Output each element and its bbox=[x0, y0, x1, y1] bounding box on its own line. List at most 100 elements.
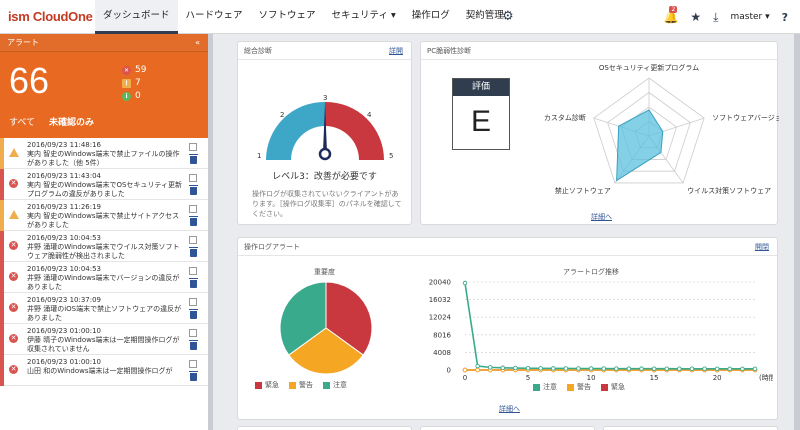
oplog-detail-link[interactable]: 詳細へ bbox=[499, 404, 520, 414]
bottom-panel-3 bbox=[603, 426, 778, 430]
trend-point[interactable] bbox=[651, 366, 657, 371]
trend-point[interactable] bbox=[727, 366, 733, 372]
alert-message: 井野 涌瓘のWindows端末でウイルス対策ソフトウェア脆弱性が検出されました bbox=[27, 243, 180, 260]
legend-kinkyu: 緊急 bbox=[601, 382, 625, 392]
alert-checkbox[interactable] bbox=[189, 360, 197, 368]
user-menu[interactable]: master ▾ bbox=[730, 12, 769, 22]
trend-point[interactable] bbox=[639, 366, 644, 371]
alert-datetime: 2016/09/23 01:00:10 bbox=[27, 327, 102, 335]
legend-chui: 注意 bbox=[533, 382, 557, 392]
trend-point[interactable] bbox=[551, 366, 556, 371]
alert-list-item[interactable]: ✕ 2016/09/23 01:00:10 伊藤 晴子のWindows端末は一定期間… bbox=[0, 324, 208, 355]
pc-detail-link[interactable]: 詳細へ bbox=[591, 212, 612, 222]
alert-message: 実内 智史のWindows端末で禁止サイトアクセスがありました bbox=[27, 212, 180, 229]
gauge-chart: 1 2 3 4 5 bbox=[257, 94, 393, 161]
alert-datetime: 2016/09/23 11:43:04 bbox=[27, 172, 102, 180]
severity-bar bbox=[0, 262, 4, 293]
legend-swatch bbox=[289, 381, 296, 389]
alert-checkbox[interactable] bbox=[189, 267, 197, 275]
x-tick-label: 5 bbox=[526, 374, 530, 382]
alert-datetime: 2016/09/23 10:04:53 bbox=[27, 265, 102, 273]
collapse-sidebar-button[interactable]: « bbox=[195, 34, 200, 52]
trend-point[interactable] bbox=[714, 366, 720, 372]
trash-icon[interactable] bbox=[189, 216, 198, 226]
trend-point[interactable] bbox=[462, 367, 468, 373]
y-tick-label: 8016 bbox=[433, 331, 451, 339]
trash-icon[interactable] bbox=[189, 154, 198, 164]
alert-summary: 66 ✕ 59 ! 7 i0 すべて 未確認のみ bbox=[0, 52, 208, 138]
trash-icon[interactable] bbox=[189, 247, 198, 257]
star-icon[interactable]: ★ bbox=[690, 10, 701, 24]
alert-checkbox[interactable] bbox=[189, 298, 197, 306]
alert-datetime: 2016/09/23 01:00:10 bbox=[27, 358, 102, 366]
alert-list-item[interactable]: ✕ 2016/09/23 01:00:10 山田 和のWindows端末は一定期間操… bbox=[0, 355, 208, 386]
trend-point[interactable] bbox=[677, 366, 682, 372]
alert-checkbox[interactable] bbox=[189, 174, 197, 182]
notification-button[interactable]: 🔔 2 bbox=[663, 6, 678, 24]
trend-point[interactable] bbox=[525, 365, 531, 371]
trend-point[interactable] bbox=[664, 366, 669, 371]
trash-icon[interactable] bbox=[189, 185, 198, 195]
trash-icon[interactable] bbox=[189, 278, 198, 288]
alert-checkbox[interactable] bbox=[189, 236, 197, 244]
trend-point[interactable] bbox=[475, 363, 480, 369]
trend-point[interactable] bbox=[576, 366, 581, 371]
help-icon[interactable]: ? bbox=[782, 11, 788, 24]
trend-point[interactable] bbox=[500, 365, 506, 371]
alert-list-item[interactable]: ✕ 2016/09/23 10:37:09 井野 涌瓘のiOS端末で禁止ソフトウェア… bbox=[0, 293, 208, 324]
trend-point[interactable] bbox=[513, 365, 518, 371]
alert-checkbox[interactable] bbox=[189, 205, 197, 213]
trend-point[interactable] bbox=[601, 366, 606, 371]
nav-operation-log[interactable]: 操作ログ bbox=[404, 0, 458, 34]
legend-chui: 注意 bbox=[323, 380, 347, 390]
trend-point[interactable] bbox=[588, 366, 594, 371]
trash-icon[interactable] bbox=[189, 340, 198, 350]
trash-icon[interactable] bbox=[189, 371, 198, 381]
radar-axis-label: 禁止ソフトウェア bbox=[555, 186, 611, 195]
trend-point[interactable] bbox=[752, 366, 758, 372]
app-logo[interactable]: ism CloudOne bbox=[8, 9, 93, 24]
alert-message: 井野 涌瓘のWindows端末でバージョンの違反がありました bbox=[27, 274, 180, 291]
overall-detail-link[interactable]: 詳開 bbox=[389, 42, 403, 60]
trend-point[interactable] bbox=[740, 366, 745, 372]
alert-list-item[interactable]: 2016/09/23 11:48:16 実内 智史のWindows端末で禁止ファイ… bbox=[0, 138, 208, 169]
gauge-tick-5: 5 bbox=[389, 152, 393, 160]
trend-point[interactable] bbox=[487, 365, 493, 370]
error-icon: ✕ bbox=[9, 334, 18, 343]
alert-list: 2016/09/23 11:48:16 実内 智史のWindows端末で禁止ファイ… bbox=[0, 138, 208, 386]
trend-point[interactable] bbox=[626, 366, 632, 371]
oplog-toggle-link[interactable]: 開閉 bbox=[755, 238, 769, 256]
trend-point[interactable] bbox=[538, 366, 543, 371]
trend-point[interactable] bbox=[689, 366, 695, 372]
alert-checkbox[interactable] bbox=[189, 329, 197, 337]
alert-message: 実内 智史のWindows端末で禁止ファイルの操作がありました（他 5件） bbox=[27, 150, 180, 167]
alert-list-item[interactable]: 2016/09/23 11:26:19 実内 智史のWindows端末で禁止サイト… bbox=[0, 200, 208, 231]
alert-list-item[interactable]: ✕ 2016/09/23 10:04:53 井野 涌瓘のWindows端末でウイルス… bbox=[0, 231, 208, 262]
trend-point[interactable] bbox=[614, 366, 619, 371]
alert-checkbox[interactable] bbox=[189, 143, 197, 151]
filter-unconfirmed[interactable]: 未確認のみ bbox=[49, 115, 94, 128]
nav-hardware[interactable]: ハードウェア bbox=[178, 0, 251, 34]
right-nav: 🔔 2 ★ ⤓ master ▾ ? bbox=[663, 0, 788, 34]
alert-list-item[interactable]: ✕ 2016/09/23 11:43:04 実内 智史のWindows端末でOSセキ… bbox=[0, 169, 208, 200]
trend-point[interactable] bbox=[462, 280, 468, 286]
trend-point[interactable] bbox=[563, 366, 569, 371]
nav-software[interactable]: ソフトウェア bbox=[251, 0, 324, 34]
filter-all[interactable]: すべて bbox=[9, 115, 35, 128]
trend-point[interactable] bbox=[475, 367, 480, 373]
trend-point[interactable] bbox=[702, 366, 707, 372]
gauge-segment-high bbox=[325, 101, 384, 160]
severity-bar bbox=[0, 293, 4, 324]
alert-message: 伊藤 晴子のWindows端末は一定期間操作ログが収集されていません bbox=[27, 336, 180, 353]
page-scrollbar[interactable] bbox=[794, 34, 800, 430]
bottom-panel-1 bbox=[237, 426, 412, 430]
trash-icon[interactable] bbox=[189, 309, 198, 319]
gear-icon[interactable]: ⚙ bbox=[502, 9, 514, 24]
alert-message: 山田 和のWindows端末は一定期間操作ログが bbox=[27, 367, 173, 375]
gauge-needle-hub bbox=[318, 147, 332, 161]
nav-dashboard[interactable]: ダッシュボード bbox=[95, 0, 178, 34]
alert-list-item[interactable]: ✕ 2016/09/23 10:04:53 井野 涌瓘のWindows端末でバージョ… bbox=[0, 262, 208, 293]
error-icon: ✕ bbox=[122, 66, 131, 75]
nav-security[interactable]: セキュリティ ▾ bbox=[324, 0, 404, 34]
download-icon[interactable]: ⤓ bbox=[713, 10, 718, 25]
